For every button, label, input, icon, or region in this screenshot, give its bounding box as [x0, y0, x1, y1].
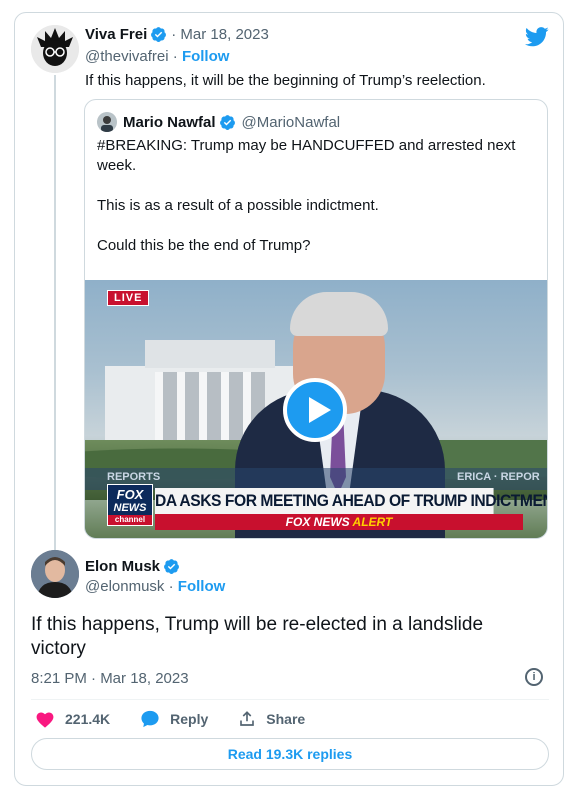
alert-brand: FOX NEWS — [285, 515, 353, 529]
like-button[interactable]: 221.4K — [35, 710, 110, 728]
main-tweet-text: If this happens, Trump will be re-electe… — [31, 614, 484, 659]
live-badge: LIVE — [107, 290, 150, 306]
info-icon[interactable]: i — [525, 668, 543, 686]
heart-icon — [36, 712, 54, 728]
separator-dot: · — [168, 48, 182, 65]
main-tweet-header: Elon Musk — [85, 558, 180, 575]
quoted-text-line-2: This is as a result of a possible indict… — [97, 197, 379, 214]
parent-handle-row: @thevivafrei · Follow — [85, 48, 229, 65]
embedded-tweet-card: Viva Frei · Mar 18, 2023 @thevivafrei · … — [14, 12, 564, 786]
avatar-viva-frei[interactable] — [31, 25, 79, 73]
twitter-bird-icon[interactable] — [525, 27, 549, 47]
separator-dot: · — [164, 578, 178, 595]
parent-author-handle[interactable]: @thevivafrei — [85, 48, 169, 65]
chyron-headline: DA ASKS FOR MEETING AHEAD OF TRUMP INDIC… — [155, 488, 547, 514]
quoted-text-line-3: Could this be the end of Trump? — [97, 237, 311, 254]
tweet-actions: 221.4K Reply Share — [35, 710, 335, 728]
follow-viva-frei-button[interactable]: Follow — [182, 48, 230, 65]
chyron-reports-right: ERICA · REPOR — [457, 471, 540, 483]
verified-badge-icon — [151, 27, 167, 42]
like-count: 221.4K — [65, 711, 111, 727]
logo-line-2: NEWS — [113, 502, 147, 514]
quoted-tweet[interactable]: Mario Nawfal @MarioNawfal #BREAKING: Tru… — [84, 99, 548, 539]
parent-tweet-header: Viva Frei · Mar 18, 2023 — [85, 26, 269, 43]
quoted-tweet-text: #BREAKING: Trump may be HANDCUFFED and a… — [97, 136, 527, 256]
chyron-reports-left: REPORTS — [107, 471, 161, 483]
quoted-tweet-header: Mario Nawfal @MarioNawfal — [97, 112, 340, 132]
share-button[interactable]: Share — [238, 710, 305, 728]
play-button-icon[interactable] — [283, 378, 347, 442]
logo-line-3: channel — [108, 515, 152, 525]
white-house-roof — [145, 340, 275, 368]
parent-tweet-date[interactable]: · Mar 18, 2023 — [171, 26, 269, 43]
reply-bubble-icon — [141, 710, 159, 728]
fox-news-logo: FOX NEWS channel — [107, 484, 153, 526]
follow-elon-musk-button[interactable]: Follow — [178, 578, 226, 595]
video-thumbnail[interactable]: LIVE REPORTS ERICA · REPOR FOX NEWS chan… — [85, 280, 547, 538]
fox-news-alert-bar: FOX NEWS ALERT — [155, 514, 523, 530]
reply-button[interactable]: Reply — [140, 710, 208, 728]
main-author-handle[interactable]: @elonmusk — [85, 578, 164, 595]
quoted-text-line-1: #BREAKING: Trump may be HANDCUFFED and a… — [97, 137, 516, 174]
avatar-elon-musk[interactable] — [31, 550, 79, 598]
avatar-mario-nawfal[interactable] — [97, 112, 117, 132]
parent-author-name[interactable]: Viva Frei — [85, 26, 147, 43]
verified-badge-icon — [164, 559, 179, 574]
reply-label: Reply — [170, 711, 209, 727]
share-upload-icon — [240, 711, 255, 726]
thread-line — [54, 75, 56, 551]
main-author-name[interactable]: Elon Musk — [85, 558, 160, 575]
quoted-author-name: Mario Nawfal — [123, 113, 216, 131]
share-label: Share — [266, 711, 306, 727]
quoted-author-handle: @MarioNawfal — [241, 113, 341, 131]
logo-line-1: FOX — [116, 487, 144, 502]
read-replies-button[interactable]: Read 19.3K replies — [31, 738, 549, 770]
parent-tweet-text: If this happens, it will be the beginnin… — [85, 72, 486, 89]
main-handle-row: @elonmusk · Follow — [85, 578, 225, 595]
verified-badge-icon — [219, 114, 235, 130]
divider — [31, 699, 549, 700]
tweet-timestamp[interactable]: 8:21 PM · Mar 18, 2023 — [31, 670, 189, 687]
alert-word: ALERT — [352, 515, 393, 529]
news-anchor-hair — [290, 292, 388, 336]
